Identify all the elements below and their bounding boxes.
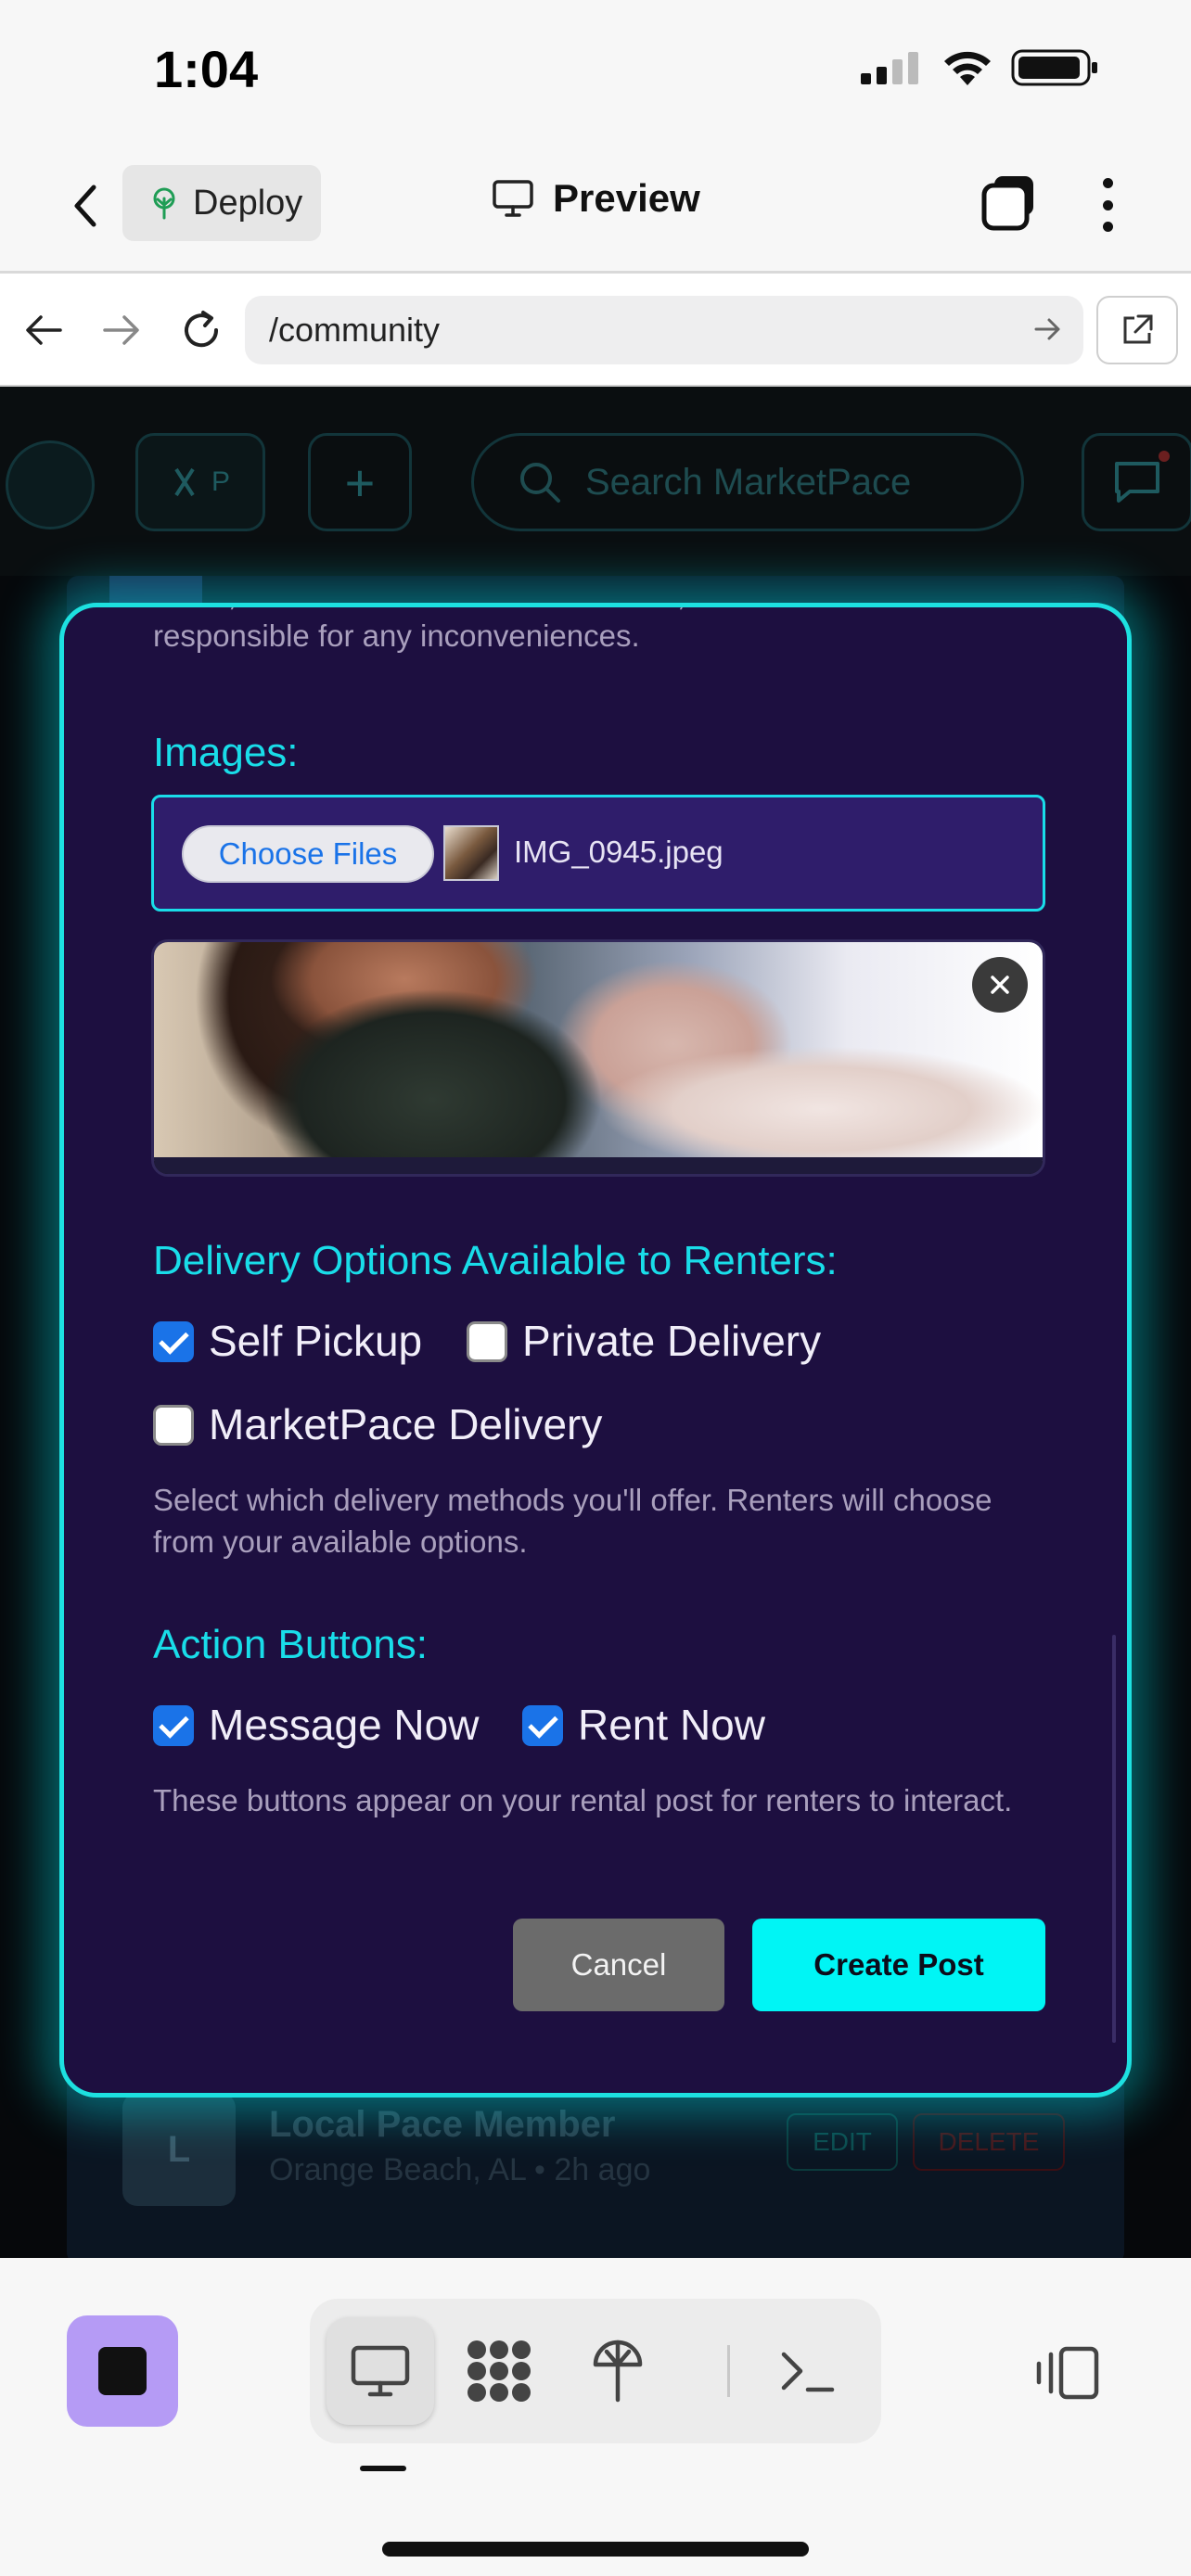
marketpace-delivery-checkbox[interactable] [153, 1405, 194, 1446]
choose-files-button[interactable]: Choose Files [182, 825, 434, 883]
cancel-button[interactable]: Cancel [513, 1919, 724, 2011]
status-icons [859, 48, 1100, 87]
photo-caption-bar [154, 1157, 1043, 1174]
browser-back-button[interactable] [17, 303, 70, 357]
preview-tab[interactable] [327, 2317, 434, 2425]
wifi-icon [944, 51, 991, 85]
message-now-label[interactable]: Message Now [209, 1700, 479, 1750]
chevron-left-icon [74, 185, 96, 227]
arrow-right-icon [103, 315, 139, 345]
panel-toggle-button[interactable] [1030, 2336, 1104, 2410]
external-link-icon [1123, 314, 1153, 344]
marketpace-logo[interactable]: P [135, 433, 265, 531]
disclaimer-line-2: responsible for any inconveniences. [153, 618, 640, 653]
create-post-modal: driver, not associated with MarketPace, … [59, 603, 1132, 2098]
battery-icon [1011, 49, 1097, 86]
post-author: Local Pace Member [269, 2104, 616, 2145]
bottom-toolbar [0, 2258, 1191, 2576]
marketplace-header: P + Search MarketPace [0, 387, 1191, 576]
self-pickup-label[interactable]: Self Pickup [209, 1316, 422, 1366]
reload-icon [185, 311, 219, 348]
home-indicator [382, 2542, 809, 2557]
image-preview [151, 939, 1045, 1177]
shell-tab[interactable] [753, 2317, 861, 2425]
monitor-icon [351, 2345, 410, 2397]
logo-mark-icon [174, 467, 195, 497]
url-text: /community [269, 311, 441, 349]
deploy-icon [593, 2340, 643, 2403]
more-options-button[interactable] [1091, 172, 1124, 237]
tabs-button[interactable] [980, 172, 1039, 232]
browser-forward-button[interactable] [95, 303, 148, 357]
messages-button[interactable] [1082, 433, 1191, 531]
cellular-signal-icon [861, 52, 918, 84]
action-help-text: These buttons appear on your rental post… [153, 1783, 1013, 1817]
stop-icon [98, 2347, 147, 2395]
remove-image-button[interactable] [972, 957, 1028, 1013]
marketplace-search[interactable]: Search MarketPace [471, 433, 1024, 531]
sidebar-panel-icon [1036, 2346, 1099, 2400]
search-icon [520, 463, 560, 503]
arrow-left-icon [26, 315, 62, 345]
self-pickup-checkbox[interactable] [153, 1321, 194, 1362]
app-top-bar: Deploy Preview [0, 139, 1191, 274]
search-placeholder: Search MarketPace [585, 461, 912, 503]
delivery-help-text: Select which delivery methods you'll off… [153, 1483, 992, 1559]
file-thumbnail [443, 825, 499, 881]
chat-icon [1115, 462, 1159, 503]
deploy-label: Deploy [193, 183, 303, 223]
close-icon [991, 976, 1009, 994]
back-button[interactable] [58, 178, 113, 234]
deploy-button[interactable]: Deploy [122, 165, 321, 241]
marketpace-delivery-label[interactable]: MarketPace Delivery [209, 1399, 602, 1449]
action-buttons-title: Action Buttons: [153, 1622, 428, 1667]
post-delete-button[interactable]: DELETE [913, 2113, 1065, 2171]
status-time: 1:04 [154, 40, 259, 98]
message-now-checkbox[interactable] [153, 1705, 194, 1746]
delivery-section-title: Delivery Options Available to Renters: [153, 1238, 838, 1283]
active-tab-indicator [360, 2466, 406, 2471]
url-field[interactable]: /community [245, 296, 1083, 364]
images-section-title: Images: [153, 730, 299, 775]
modal-scrollbar[interactable] [1112, 1635, 1116, 2043]
browser-nav-bar: /community [0, 274, 1191, 387]
stop-button[interactable] [67, 2315, 178, 2427]
status-bar: 1:04 [0, 0, 1191, 139]
private-delivery-checkbox[interactable] [467, 1321, 507, 1362]
grid-blob-icon [467, 2340, 531, 2402]
open-external-button[interactable] [1096, 296, 1178, 364]
view-switcher [310, 2299, 881, 2443]
terminal-icon [781, 2352, 835, 2392]
private-delivery-label[interactable]: Private Delivery [522, 1316, 821, 1366]
deploy-icon [153, 187, 175, 220]
add-button[interactable]: + [308, 433, 412, 531]
selected-file-name: IMG_0945.jpeg [514, 835, 724, 869]
feed-post: L Local Pace Member Orange Beach, AL • 2… [122, 2093, 1069, 2223]
rent-now-checkbox[interactable] [522, 1705, 563, 1746]
post-edit-button[interactable]: EDIT [787, 2113, 898, 2171]
post-meta: Orange Beach, AL • 2h ago [269, 2152, 651, 2187]
uploaded-photo [154, 942, 1043, 1161]
notification-dot [1159, 451, 1170, 462]
tabs-icon [981, 176, 1033, 231]
create-post-button[interactable]: Create Post [752, 1919, 1045, 2011]
rent-now-label[interactable]: Rent Now [578, 1700, 765, 1750]
menu-avatar-button[interactable] [6, 440, 95, 529]
preview-label: Preview [553, 176, 700, 220]
deploy-tab[interactable] [564, 2317, 672, 2425]
post-avatar: L [122, 2093, 236, 2206]
go-arrow-icon[interactable] [1033, 312, 1063, 346]
monitor-icon [493, 180, 533, 217]
logo-text: P [211, 466, 230, 497]
apps-tab[interactable] [445, 2317, 553, 2425]
file-input[interactable]: Choose Files IMG_0945.jpeg [151, 795, 1045, 912]
toolbar-divider [727, 2345, 730, 2397]
preview-title[interactable]: Preview [492, 176, 700, 221]
reload-button[interactable] [174, 303, 228, 357]
